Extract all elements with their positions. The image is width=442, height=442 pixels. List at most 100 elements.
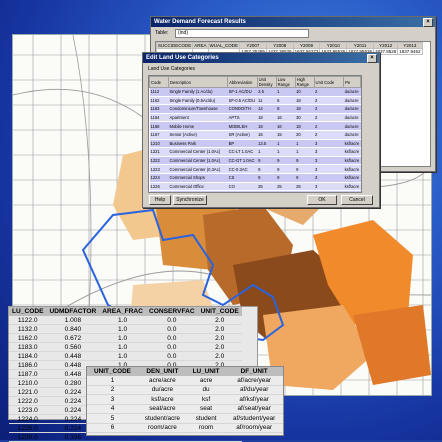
table-cell: 14 [257,104,277,114]
table-row[interactable]: 6 room/acre room af/room/year [87,423,283,433]
table-row[interactable]: 1162.0 0.672 1.0 0.0 2.0 [9,333,242,343]
table-cell: 13.5 [257,139,277,149]
table-cell: 1112 [149,87,169,97]
table-cell: 10 [295,87,315,97]
table-cell: 34 [295,190,315,192]
table-cell: 3 [314,156,344,166]
table-cell: 16 [276,121,296,131]
table-cell: ksf/acre [343,164,361,174]
column-header[interactable]: CONSERVFAC [145,307,198,316]
table-cell: Commercial Center (0.3Ac) [168,164,228,174]
table-row[interactable]: 1162 Single Family (0.5Ac/du) SF-0.5 AC/DU… [149,96,361,106]
table-row[interactable]: 1112 Single Family (1 Ac/du) SF-1 AC/DU 2.5… [149,87,361,97]
table-row[interactable]: 1166 Mobile Home MOBILEH 18 16 18 2 du/acre [149,121,361,131]
water-demand-titlebar[interactable]: Water Demand Forecast Results × [151,17,435,27]
table-cell: 2.0 [197,342,242,352]
table-cell: 1225.0 [9,423,47,433]
table-cell: 9 [295,173,315,183]
land-use-header-row: Code Description Abbreviation Unit Densi… [149,76,361,88]
table-cell: 1.0 [99,351,146,361]
table-select[interactable]: (ind) [175,29,309,38]
table-cell: 1221.0 [9,387,47,397]
column-header[interactable]: Description [167,76,229,88]
synchronize-button[interactable]: Synchronize [173,195,207,205]
land-use-titlebar[interactable]: Edit Land Use Categories × [143,53,379,63]
column-header[interactable]: Low Range [275,76,296,88]
table-row[interactable]: 1 acre/acre acre af/acre/year [87,376,283,386]
table-cell: 1 [295,147,315,157]
table-row[interactable]: 1184.0 0.448 1.0 0.0 2.0 [9,351,242,361]
column-header[interactable]: Pe [343,76,361,88]
dialog-title: Edit Land Use Categories [146,55,219,61]
table-cell: af/seat/year [225,404,283,414]
table-row[interactable]: 3 ksf/acre ksf af/ksf/year [87,394,283,405]
table-cell: du/acre [137,385,187,395]
table-cell: af/ksf/year [225,394,283,405]
column-header[interactable]: AREA_FRAC [99,307,146,316]
column-header[interactable]: Abbreviation [227,76,258,88]
table-cell: 18 [295,121,315,131]
table-cell: du/acre [343,104,361,114]
table-row[interactable]: 5 student/acre student af/student/year [87,413,283,424]
column-header[interactable]: SUCCIDECODE [155,42,194,49]
table-cell: 2.0 [197,351,242,361]
table-row[interactable]: 1183.0 0.560 1.0 0.0 2.0 [9,342,242,352]
table-row[interactable]: 1132.0 0.840 1.0 0.0 2.0 [9,324,242,334]
table-cell: ksf/acre [343,173,361,183]
column-header[interactable]: High Range [294,76,315,88]
close-icon[interactable]: × [423,18,433,27]
table-row[interactable]: 1223 Commercial Center (0.3Ac) CC-0.3AC 9 9 9… [149,164,361,174]
table-row[interactable]: 1167 Senior (Active) SR (Active) 16 15 20 2 du/… [149,130,361,140]
table-cell: 1.0 [99,316,146,325]
table-cell: CS [227,173,258,183]
cancel-button[interactable]: Cancel [341,195,373,205]
table-row[interactable]: 1122.0 1.008 1.0 0.0 2.0 [9,316,242,325]
table-row[interactable]: 1164 Apartment APTS 18 16 30 2 du/acre [149,113,361,123]
table-cell: 6 [87,423,138,433]
column-header[interactable]: LU_UNIT [186,367,226,376]
column-header[interactable]: DF_UNIT [225,367,283,376]
table-row[interactable]: 1221 Commercial Center (1.0Ac) CC-LT 1.0AC… [149,147,361,157]
table-cell: 1122.0 [9,316,47,325]
table-cell: 1221 [149,147,169,157]
column-header[interactable]: Unit Code [313,76,345,88]
table-cell: 1163 [149,104,169,114]
table-cell: 9 [295,164,315,174]
close-icon[interactable]: × [367,54,377,63]
column-header[interactable]: UNIT_CODE [87,367,138,376]
table-row[interactable]: 1228Sit Down RestaurantSDR3434343ksf/acr… [149,190,361,192]
column-header[interactable]: UNIT_CODE [197,307,242,316]
column-header[interactable]: DEN_UNIT [137,367,187,376]
table-cell: CC-GT 1.0AC [227,156,258,166]
table-cell: 0.0 [145,351,198,361]
table-cell: ksf/acre [343,147,361,157]
table-row[interactable]: 1210 Business Park BP 13.5 1 1 3 ksf/acre [149,139,361,149]
table-row[interactable]: 4 seat/acre seat af/seat/year [87,404,283,414]
column-header[interactable]: Code [149,76,169,88]
land-use-grid[interactable]: Code Description Abbreviation Unit Densi… [148,75,362,193]
table-row[interactable]: 1222 Commercial Center (1.0Ac) CC-GT 1.0AC… [149,156,361,166]
table-cell: 9 [257,164,277,174]
table-cell: CC-LT 1.0AC [227,147,258,157]
column-header[interactable]: AREA [192,42,209,49]
table-row[interactable]: 1163 Condominium/Townhouse CONDO/TH 14 8 18 2 d… [149,104,361,114]
table-cell: 1222 [149,156,169,166]
table-cell: SF-0.5 AC/DU [227,96,258,106]
table-row[interactable]: 2 du/acre du af/du/year [87,385,283,395]
ok-button[interactable]: OK [307,195,337,205]
column-header[interactable]: Unit Density [256,76,277,88]
column-header[interactable]: UDMDFACTOR [46,307,100,316]
land-use-dialog[interactable]: Edit Land Use Categories × Land Use Cate… [142,52,380,208]
table-row[interactable]: 1226 Commercial Office CO 25 25 25 3 ksf/acre [149,182,361,192]
unit-table[interactable]: UNIT_CODE DEN_UNIT LU_UNIT DF_UNIT 1 acre… [86,366,284,436]
table-cell: 0.560 [46,342,100,352]
table-cell: 3 [314,190,344,192]
table-row[interactable]: 1224 Commercial Shops CS 9 9 9 3 ksf/acre [149,173,361,183]
column-header[interactable]: WUAL_CODE [207,42,241,49]
table-cell: 1187.0 [9,369,47,379]
column-header[interactable]: LU_CODE [9,307,47,316]
table-cell: 1 [87,376,138,386]
help-button[interactable]: Help [149,195,171,205]
table-cell: 34 [257,190,277,192]
table-cell: 3 [314,182,344,192]
